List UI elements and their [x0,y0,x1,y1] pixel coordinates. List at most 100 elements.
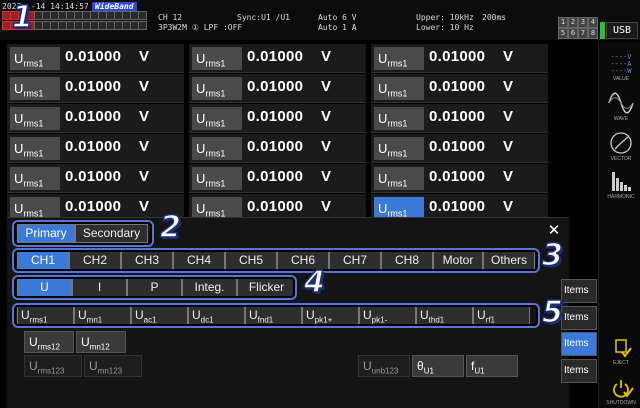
measurement-cell[interactable]: Urms1 0.01000 V [189,74,366,103]
measurement-label[interactable]: Urms1 [192,47,242,70]
items-button[interactable]: Items [561,306,597,330]
measurement-unit: V [139,198,150,215]
measurement-value: 0.01000 [247,198,304,215]
items-button[interactable]: Items [561,332,597,356]
measurement-value: 0.01000 [429,198,486,215]
channel-select-3[interactable]: 3 [578,17,588,28]
label-main: U [196,81,206,96]
value-label: VALUE [612,76,630,82]
label-sub: mn12 [89,342,110,352]
lower-freq: Lower: 10 Hz [416,23,474,32]
label-main: U [378,141,388,156]
items-button[interactable]: Items [561,279,597,303]
measurement-label[interactable]: Urms1 [10,77,60,100]
measurement-cell[interactable]: Urms1 0.01000 V [371,44,548,73]
channel-indicator-box [138,11,147,20]
measurement-cell[interactable]: Urms1 0.01000 V [371,104,548,133]
label-sub: rms1 [23,118,44,129]
value-screen-button[interactable]: ----V ----A ----W VALUE [603,52,639,82]
label-sub: rms1 [205,148,226,159]
measurement-value: 0.01000 [429,48,486,65]
value-icon: ----V----A----W [610,53,632,75]
param-button[interactable]: Uunb123 [358,355,410,377]
measurement-label[interactable]: Urms1 [374,47,424,70]
param-button[interactable]: Urms12 [24,331,74,353]
measurement-unit: V [139,78,150,95]
svg-text:----W: ----W [610,67,632,74]
wave-screen-button[interactable]: WAVE [603,92,639,122]
measurement-value: 0.01000 [247,78,304,95]
usb-badge: USB [606,22,638,39]
sync-label: Sync:U1 /U1 [237,13,290,22]
measurement-label[interactable]: Urms1 [10,47,60,70]
measurement-label[interactable]: Urms1 [192,137,242,160]
label-main: U [14,171,24,186]
measurement-cell[interactable]: Urms1 0.01000 V [7,44,184,73]
channel-select-4[interactable]: 4 [588,17,598,28]
label-main: U [14,201,24,216]
display-mode-sidebar: ----V ----A ----W VALUE WAVE VECTOR HARMON… [598,42,640,408]
channel-select-2[interactable]: 2 [568,17,578,28]
wave-icon [608,92,634,114]
measurement-cell[interactable]: Urms1 0.01000 V [371,164,548,193]
channel-select-1[interactable]: 1 [558,17,568,28]
shutdown-button[interactable]: SHUTDOWN [603,378,639,406]
measurement-cell[interactable]: Urms1 0.01000 V [189,44,366,73]
label-sub: U1 [474,366,485,376]
measurement-value: 0.01000 [429,78,486,95]
measurement-cell[interactable]: Urms1 0.01000 V [189,104,366,133]
harmonic-icon [612,172,631,191]
measurement-cell[interactable]: Urms1 0.01000 V [189,164,366,193]
label-main: U [14,51,24,66]
measurement-cell[interactable]: Urms1 0.01000 V [189,134,366,163]
wave-label: WAVE [613,116,629,122]
measurement-unit: V [503,78,514,95]
measurement-label[interactable]: Urms1 [374,137,424,160]
label-main: θ [417,359,424,373]
measurement-value: 0.01000 [247,108,304,125]
measurement-label[interactable]: Urms1 [10,107,60,130]
vector-screen-button[interactable]: VECTOR [603,132,639,162]
measurement-label[interactable]: Urms1 [192,167,242,190]
usb-indicator-led [600,22,605,39]
measurement-label[interactable]: Urms1 [192,77,242,100]
channel-select-5[interactable]: 5 [558,28,568,39]
label-sub: rms1 [23,148,44,159]
harmonic-screen-button[interactable]: HARMONIC [603,170,639,200]
eject-icon [615,339,632,358]
shutdown-icon [613,380,634,398]
measurement-cell[interactable]: Urms1 0.01000 V [371,74,548,103]
shutdown-label: SHUTDOWN [606,400,636,406]
measurement-label[interactable]: Urms1 [374,167,424,190]
measurement-label[interactable]: Urms1 [374,107,424,130]
measurement-value: 0.01000 [65,108,122,125]
measurement-cell[interactable]: Urms1 0.01000 V [7,164,184,193]
channel-select-8[interactable]: 8 [588,28,598,39]
measurement-unit: V [503,108,514,125]
measurement-unit: V [321,48,332,65]
measurement-label[interactable]: Urms1 [10,137,60,160]
param-button[interactable]: Umn123 [84,355,142,377]
measurement-label[interactable]: Urms1 [374,77,424,100]
upper-freq: Upper: 10kHz [416,13,474,22]
wideband-badge: WideBand [92,2,137,11]
measurement-label[interactable]: Urms1 [192,107,242,130]
measurement-cell[interactable]: Urms1 0.01000 V [7,134,184,163]
label-main: U [378,51,388,66]
measurement-value: 0.01000 [65,168,122,185]
param-button[interactable]: θU1 [412,355,464,377]
callout-number-2: 2 [159,209,181,246]
param-button[interactable]: Umn12 [76,331,126,353]
measurement-label[interactable]: Urms1 [10,167,60,190]
measurement-cell[interactable]: Urms1 0.01000 V [7,74,184,103]
measurement-cell[interactable]: Urms1 0.01000 V [7,104,184,133]
param-button[interactable]: Urms123 [24,355,82,377]
items-button[interactable]: Items [561,359,597,383]
measurement-unit: V [321,138,332,155]
label-sub: rms1 [205,178,226,189]
channel-select-7[interactable]: 7 [578,28,588,39]
param-button[interactable]: fU1 [466,355,518,377]
measurement-cell[interactable]: Urms1 0.01000 V [371,134,548,163]
eject-button[interactable]: EJECT [603,338,639,366]
channel-select-6[interactable]: 6 [568,28,578,39]
